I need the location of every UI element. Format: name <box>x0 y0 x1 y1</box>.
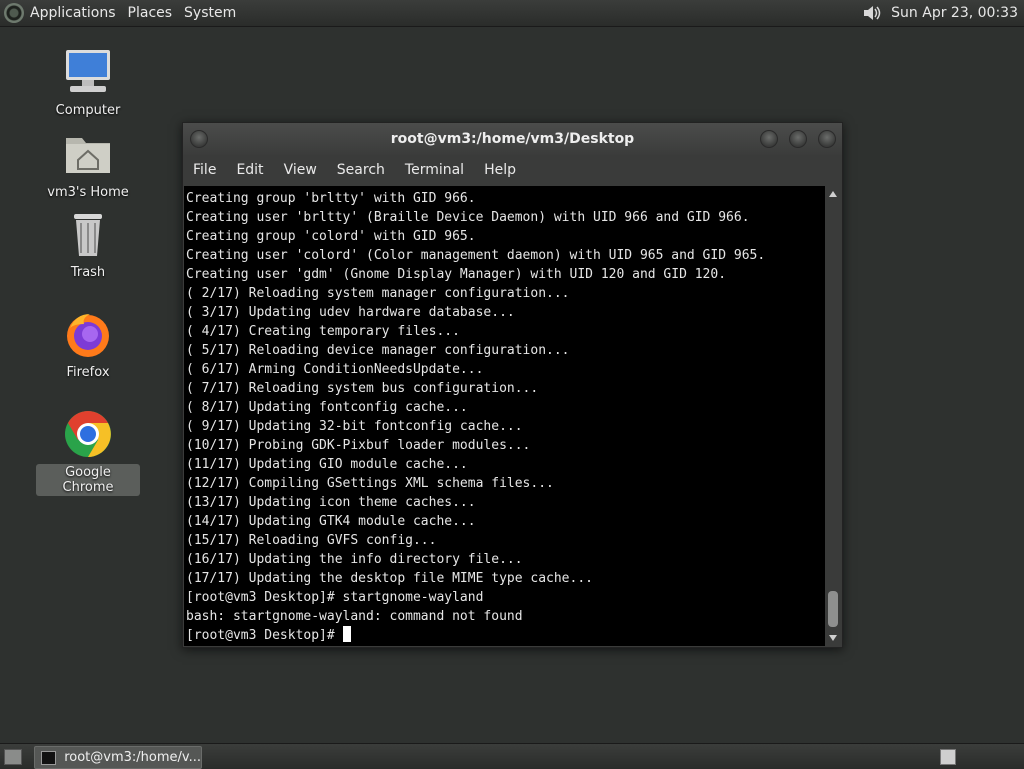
scroll-thumb[interactable] <box>828 591 838 627</box>
desktop-icon-label: Trash <box>70 265 106 280</box>
menu-system[interactable]: System <box>178 0 242 26</box>
panel-tray: Sun Apr 23, 00:33 <box>861 0 1018 26</box>
window-title: root@vm3:/home/vm3/Desktop <box>390 131 635 147</box>
scroll-down-arrow-icon[interactable] <box>829 635 837 641</box>
terminal-line: Creating user 'gdm' (Gnome Display Manag… <box>186 267 727 282</box>
terminal-line: (15/17) Reloading GVFS config... <box>186 533 437 548</box>
desktop-icon-label: Computer <box>55 103 121 118</box>
distro-logo-icon[interactable] <box>4 3 24 23</box>
show-desktop-icon[interactable] <box>4 749 22 765</box>
terminal-output[interactable]: Creating group 'brltty' with GID 966. Cre… <box>184 186 825 646</box>
menu-edit[interactable]: Edit <box>226 155 273 185</box>
terminal-prompt: [root@vm3 Desktop]# <box>186 628 343 643</box>
desktop-icon-label: Firefox <box>66 365 110 380</box>
menu-places[interactable]: Places <box>122 0 179 26</box>
menu-terminal[interactable]: Terminal <box>395 155 474 185</box>
computer-icon <box>66 50 110 92</box>
scroll-up-arrow-icon[interactable] <box>829 191 837 197</box>
menu-applications[interactable]: Applications <box>24 0 122 26</box>
terminal-line: (14/17) Updating GTK4 module cache... <box>186 514 476 529</box>
desktop-icon-firefox[interactable]: Firefox <box>36 308 140 381</box>
menu-view[interactable]: View <box>274 155 327 185</box>
terminal-line: ( 7/17) Reloading system bus configurati… <box>186 381 539 396</box>
close-button[interactable] <box>818 130 836 148</box>
maximize-button[interactable] <box>789 130 807 148</box>
top-panel: Applications Places System Sun Apr 23, 0… <box>0 0 1024 27</box>
terminal-line: Creating user 'brltty' (Braille Device D… <box>186 210 750 225</box>
trash-icon <box>74 214 102 256</box>
terminal-line: (11/17) Updating GIO module cache... <box>186 457 468 472</box>
terminal-line: (13/17) Updating icon theme caches... <box>186 495 476 510</box>
terminal-line: ( 3/17) Updating udev hardware database.… <box>186 305 515 320</box>
desktop-icon-chrome[interactable]: Google Chrome <box>36 408 140 496</box>
taskbar-item-label: root@vm3:/home/v... <box>64 750 201 765</box>
terminal-line: ( 2/17) Reloading system manager configu… <box>186 286 570 301</box>
terminal-menubar: File Edit View Search Terminal Help <box>183 155 842 185</box>
taskbar-item-terminal[interactable]: root@vm3:/home/v... <box>34 746 202 769</box>
terminal-prompt-line[interactable]: [root@vm3 Desktop]# <box>186 626 765 645</box>
terminal-line: Creating group 'colord' with GID 965. <box>186 229 476 244</box>
desktop-icon-computer[interactable]: Computer <box>36 46 140 119</box>
workspace-switcher[interactable] <box>940 749 956 765</box>
terminal-window[interactable]: root@vm3:/home/vm3/Desktop File Edit Vie… <box>182 122 843 648</box>
terminal-scrollbar[interactable] <box>826 186 840 646</box>
speaker-icon[interactable] <box>861 2 883 24</box>
terminal-line: ( 8/17) Updating fontconfig cache... <box>186 400 468 415</box>
chrome-icon <box>65 411 111 457</box>
menu-file[interactable]: File <box>183 155 226 185</box>
terminal-line: ( 9/17) Updating 32-bit fontconfig cache… <box>186 419 523 434</box>
terminal-line: Creating group 'brltty' with GID 966. <box>186 191 476 206</box>
terminal-line: ( 5/17) Reloading device manager configu… <box>186 343 570 358</box>
bottom-panel: root@vm3:/home/v... <box>0 743 1024 769</box>
terminal-text: Creating group 'brltty' with GID 966. Cre… <box>186 189 765 645</box>
desktop-icon-label: Google Chrome <box>36 464 140 496</box>
terminal-line: (17/17) Updating the desktop file MIME t… <box>186 571 593 586</box>
clock[interactable]: Sun Apr 23, 00:33 <box>891 5 1018 21</box>
terminal-line: [root@vm3 Desktop]# startgnome-wayland <box>186 590 484 605</box>
desktop-icon-home[interactable]: vm3's Home <box>36 128 140 201</box>
menu-help[interactable]: Help <box>474 155 526 185</box>
terminal-line: bash: startgnome-wayland: command not fo… <box>186 609 523 624</box>
menu-search[interactable]: Search <box>327 155 395 185</box>
terminal-icon <box>41 750 57 765</box>
minimize-button[interactable] <box>760 130 778 148</box>
desktop-icon-trash[interactable]: Trash <box>36 208 140 281</box>
terminal-line: ( 6/17) Arming ConditionNeedsUpdate... <box>186 362 484 377</box>
terminal-line: (16/17) Updating the info directory file… <box>186 552 523 567</box>
window-titlebar[interactable]: root@vm3:/home/vm3/Desktop <box>183 123 842 155</box>
terminal-line: ( 4/17) Creating temporary files... <box>186 324 460 339</box>
terminal-line: Creating user 'colord' (Color management… <box>186 248 766 263</box>
home-folder-icon <box>66 138 110 173</box>
terminal-line: (10/17) Probing GDK-Pixbuf loader module… <box>186 438 531 453</box>
firefox-icon <box>67 314 109 357</box>
terminal-line: (12/17) Compiling GSettings XML schema f… <box>186 476 554 491</box>
text-cursor <box>342 626 351 642</box>
desktop-icon-label: vm3's Home <box>47 185 129 200</box>
